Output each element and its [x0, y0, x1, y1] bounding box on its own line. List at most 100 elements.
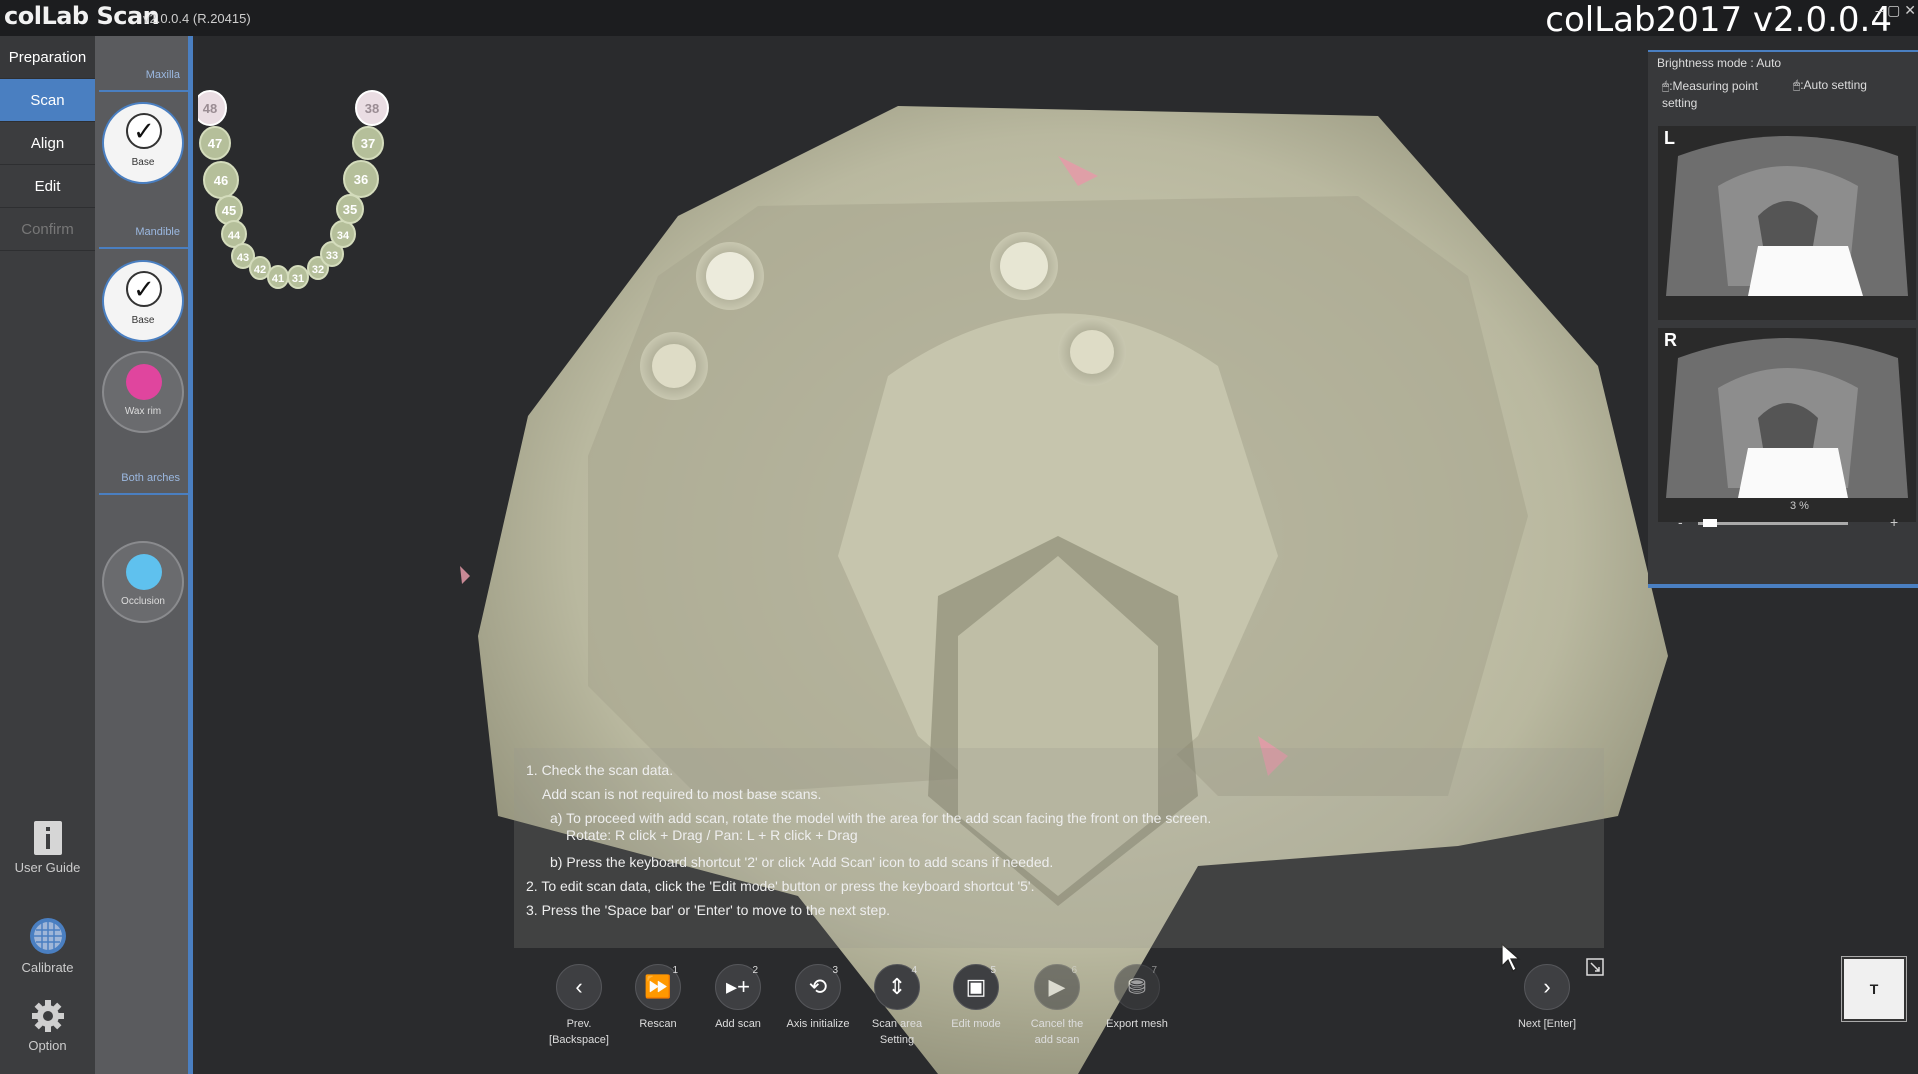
tooth-number: 46: [214, 173, 228, 188]
instruction-line: Add scan is not required to most base sc…: [542, 786, 822, 802]
shortcut-key: 3: [832, 965, 838, 976]
scan-area-icon: ⇕ 4: [874, 964, 920, 1010]
cancel-add-scan-button[interactable]: ▶ 6 Cancel the add scan: [1022, 964, 1092, 1048]
instruction-line: a) To proceed with add scan, rotate the …: [550, 810, 1212, 826]
next-label: Next [Enter]: [1517, 1018, 1577, 1030]
left-camera-label: L: [1664, 128, 1675, 148]
occlusion-dot: [126, 554, 162, 590]
nav-scan[interactable]: Scan: [0, 79, 95, 122]
prev-button[interactable]: ‹ Prev. [Backspace]: [544, 964, 614, 1048]
nav-preparation[interactable]: Preparation: [0, 36, 95, 79]
app-name: colLab Scan: [4, 2, 160, 30]
brightness-mode-title: Brightness mode : Auto: [1657, 56, 1782, 70]
occlusion-step[interactable]: Occlusion: [102, 541, 184, 623]
tooth-34[interactable]: 34: [330, 220, 356, 248]
tooth-37[interactable]: 37: [352, 126, 384, 160]
export-mesh-button[interactable]: ⛃ 7 Export mesh: [1102, 964, 1172, 1032]
edit-mode-button[interactable]: ▣ 5 Edit mode: [941, 964, 1011, 1032]
tooth-chart[interactable]: 48 47 46 45 44 43 42 41 31 3233 34 35 36 37 38: [198, 36, 478, 366]
tooth-46[interactable]: 46: [203, 161, 239, 199]
brightness-level: 3 %: [1790, 500, 1809, 512]
instruction-line: 1. Check the scan data.: [526, 762, 674, 778]
tooth-number: 44: [228, 230, 241, 242]
left-camera-image: [1658, 126, 1916, 320]
occlusion-label: Occlusion: [121, 596, 165, 607]
cancel-add-icon: ▶ 6: [1034, 964, 1080, 1010]
slider-track[interactable]: [1698, 522, 1848, 525]
cancel-add-label: Cancel the add scan: [1030, 1018, 1084, 1046]
expand-icon[interactable]: [1586, 958, 1604, 976]
tooth-number: 43: [237, 252, 249, 264]
maxilla-section-label: Maxilla: [145, 69, 180, 81]
wax-rim-label: Wax rim: [124, 406, 162, 417]
brightness-slider[interactable]: 3 % - +: [1658, 500, 1908, 548]
auto-setting-option[interactable]: 🖱:Auto setting: [1793, 78, 1867, 93]
next-button[interactable]: › Next [Enter]: [1512, 964, 1582, 1032]
tooth-36[interactable]: 36: [343, 160, 379, 198]
tooth-41[interactable]: 41: [267, 265, 289, 289]
right-camera-preview: R: [1658, 328, 1916, 522]
user-guide-label: User Guide: [14, 860, 81, 875]
text-toggle-button[interactable]: T: [1841, 956, 1907, 1022]
shortcut-key: 2: [752, 965, 758, 976]
tooth-number: 35: [343, 202, 357, 217]
tooth-45[interactable]: 45: [215, 195, 243, 225]
instruction-line: b) Press the keyboard shortcut '2' or cl…: [550, 854, 1054, 870]
rescan-button[interactable]: ⏩ 1 Rescan: [623, 964, 693, 1032]
instructions-panel: 1. Check the scan data. Add scan is not …: [514, 748, 1604, 948]
add-scan-button[interactable]: ▸+ 2 Add scan: [703, 964, 773, 1032]
mandible-base-step[interactable]: ✓ Base: [102, 260, 184, 342]
tooth-number: 48: [203, 101, 217, 116]
tooth-38[interactable]: 38: [355, 90, 389, 126]
tooth-number: 38: [365, 101, 379, 116]
chevron-right-icon: ›: [1524, 964, 1570, 1010]
tooth-number: 42: [254, 264, 266, 276]
edit-mode-label: Edit mode: [951, 1018, 1001, 1030]
check-icon: ✓: [126, 113, 162, 149]
instruction-line: Rotate: R click + Drag / Pan: L + R clic…: [566, 827, 858, 843]
measuring-point-label: :Measuring point setting: [1662, 79, 1758, 110]
chevron-left-icon: ‹: [556, 964, 602, 1010]
tooth-31[interactable]: 31: [287, 265, 309, 289]
slider-thumb[interactable]: [1702, 519, 1717, 527]
tooth-number: 34: [337, 230, 350, 242]
tooth-47[interactable]: 47: [199, 126, 231, 160]
mandible-section-label: Mandible: [135, 226, 180, 238]
user-guide-button[interactable]: User Guide: [0, 820, 95, 875]
tooth-48[interactable]: 48: [198, 90, 227, 126]
shortcut-key: 6: [1071, 965, 1077, 976]
tooth-35[interactable]: 35: [336, 194, 364, 224]
scan-step-panel: Maxilla ✓ Base Mandible ✓ Base Wax rim B…: [95, 36, 193, 1074]
right-camera-label: R: [1664, 330, 1677, 350]
calibrate-icon: [29, 918, 66, 954]
maxilla-base-step[interactable]: ✓ Base: [102, 102, 184, 184]
brightness-minus-button[interactable]: -: [1678, 514, 1683, 530]
axis-initialize-button[interactable]: ⟲ 3 Axis initialize: [783, 964, 853, 1032]
brightness-plus-button[interactable]: +: [1890, 514, 1898, 530]
export-mesh-label: Export mesh: [1106, 1018, 1168, 1030]
calibrate-button[interactable]: Calibrate: [0, 916, 95, 975]
option-label: Option: [28, 1038, 67, 1053]
tooth-number: 37: [361, 136, 375, 151]
window-controls[interactable]: ‒ ▢ ✕: [1875, 2, 1916, 19]
axis-reset-icon: ⟲ 3: [795, 964, 841, 1010]
title-bar: colLab Scan v2.0.0.4 (R.20415) colLab201…: [0, 0, 1918, 40]
tooth-number: 47: [208, 136, 222, 151]
nav-align[interactable]: Align: [0, 122, 95, 165]
tooth-number: 36: [354, 172, 368, 187]
measuring-point-option[interactable]: 🖱:Measuring point setting: [1662, 78, 1792, 112]
shortcut-key: 7: [1151, 965, 1157, 976]
nav-edit[interactable]: Edit: [0, 165, 95, 208]
divider: [99, 90, 188, 92]
rescan-icon: ⏩ 1: [635, 964, 681, 1010]
scan-area-button[interactable]: ⇕ 4 Scan area Setting: [862, 964, 932, 1048]
maxilla-base-label: Base: [131, 157, 155, 168]
option-button[interactable]: Option: [0, 998, 95, 1053]
divider: [99, 493, 188, 495]
nav-confirm: Confirm: [0, 208, 95, 251]
tooth-42[interactable]: 42: [249, 256, 271, 280]
tooth-number: 33: [326, 250, 338, 262]
product-title: colLab2017 v2.0.0.4: [1545, 0, 1892, 40]
wax-rim-step[interactable]: Wax rim: [102, 351, 184, 433]
export-mesh-icon: ⛃ 7: [1114, 964, 1160, 1010]
